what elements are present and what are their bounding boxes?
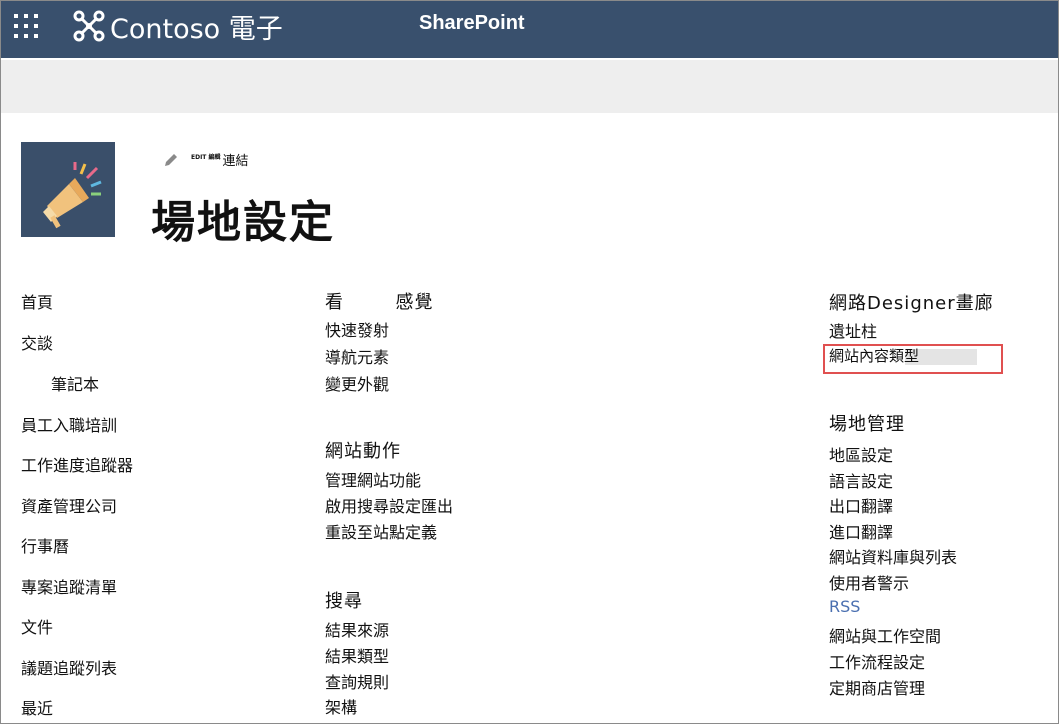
nav-item-project-tracking[interactable]: 專案追蹤清單 <box>21 574 117 598</box>
contoso-logo-icon <box>73 10 105 42</box>
quick-launch-link[interactable]: 快速發射 <box>325 317 389 341</box>
app-launcher-icon[interactable] <box>14 14 38 38</box>
site-columns-link[interactable]: 遺址柱 <box>829 318 877 342</box>
export-translations-link[interactable]: 出口翻譯 <box>829 493 893 517</box>
site-libraries-lists-link[interactable]: 網站資料庫與列表 <box>829 544 957 568</box>
web-designer-heading: 網路Designer畫廊 <box>829 293 994 314</box>
nav-item-calendar[interactable]: 行事曆 <box>21 533 69 557</box>
edit-links-label[interactable]: 連結 <box>223 150 249 169</box>
pencil-icon <box>165 153 177 166</box>
nav-item-issue-tracking[interactable]: 議題追蹤列表 <box>21 655 117 679</box>
reset-site-definition-link[interactable]: 重設至站點定義 <box>325 519 437 543</box>
schema-link[interactable]: 架構 <box>325 694 357 718</box>
query-rules-link[interactable]: 查詢規則 <box>325 669 389 693</box>
change-look-link[interactable]: 變更外觀 <box>325 371 389 395</box>
workflow-settings-link[interactable]: 工作流程設定 <box>829 649 925 673</box>
navigation-elements-link[interactable]: 導航元素 <box>325 344 389 368</box>
nav-item-notebook[interactable]: 筆記本 <box>51 371 99 395</box>
nav-item-conversations[interactable]: 交談 <box>21 330 53 354</box>
manage-site-features-link[interactable]: 管理網站功能 <box>325 467 421 491</box>
result-sources-link[interactable]: 結果來源 <box>325 617 389 641</box>
site-actions-heading: 網站動作 <box>325 441 401 462</box>
highlight-box <box>823 344 1003 374</box>
result-types-link[interactable]: 結果類型 <box>325 643 389 667</box>
nav-item-recent[interactable]: 最近 <box>21 695 53 719</box>
nav-item-onboarding[interactable]: 員工入職培訓 <box>21 412 117 436</box>
edit-links-row[interactable]: EDIT 編輯 連結 <box>163 150 249 169</box>
nav-item-progress-tracker[interactable]: 工作進度追蹤器 <box>21 452 133 476</box>
nav-item-asset-management[interactable]: 資產管理公司 <box>21 493 117 517</box>
look-and-feel-heading: 看 感覺 <box>325 292 434 313</box>
brand[interactable]: Contoso 電子 <box>72 6 283 46</box>
rss-link[interactable]: RSS <box>829 597 860 616</box>
user-alerts-link[interactable]: 使用者警示 <box>829 570 909 594</box>
import-translations-link[interactable]: 進口翻譯 <box>829 519 893 543</box>
suite-bar: Contoso 電子 SharePoint <box>0 0 1059 58</box>
site-administration-heading: 場地管理 <box>829 414 905 435</box>
search-heading: 搜尋 <box>325 591 363 612</box>
megaphone-logo-icon[interactable] <box>21 142 115 237</box>
regional-settings-link[interactable]: 地區設定 <box>829 442 893 466</box>
term-store-management-link[interactable]: 定期商店管理 <box>829 675 925 699</box>
command-bar <box>0 60 1059 113</box>
enable-search-export-link[interactable]: 啟用搜尋設定匯出 <box>325 493 453 517</box>
nav-item-home[interactable]: 首頁 <box>21 289 53 313</box>
language-settings-link[interactable]: 語言設定 <box>829 468 893 492</box>
megaphone-graphic <box>43 162 102 229</box>
nav-item-documents[interactable]: 文件 <box>21 614 53 638</box>
app-name[interactable]: SharePoint <box>419 12 525 35</box>
sites-workspaces-link[interactable]: 網站與工作空間 <box>829 623 941 647</box>
edit-label: EDIT 編輯 <box>191 154 221 161</box>
page-title: 場地設定 <box>151 197 335 248</box>
brand-name: Contoso 電子 <box>110 13 283 45</box>
